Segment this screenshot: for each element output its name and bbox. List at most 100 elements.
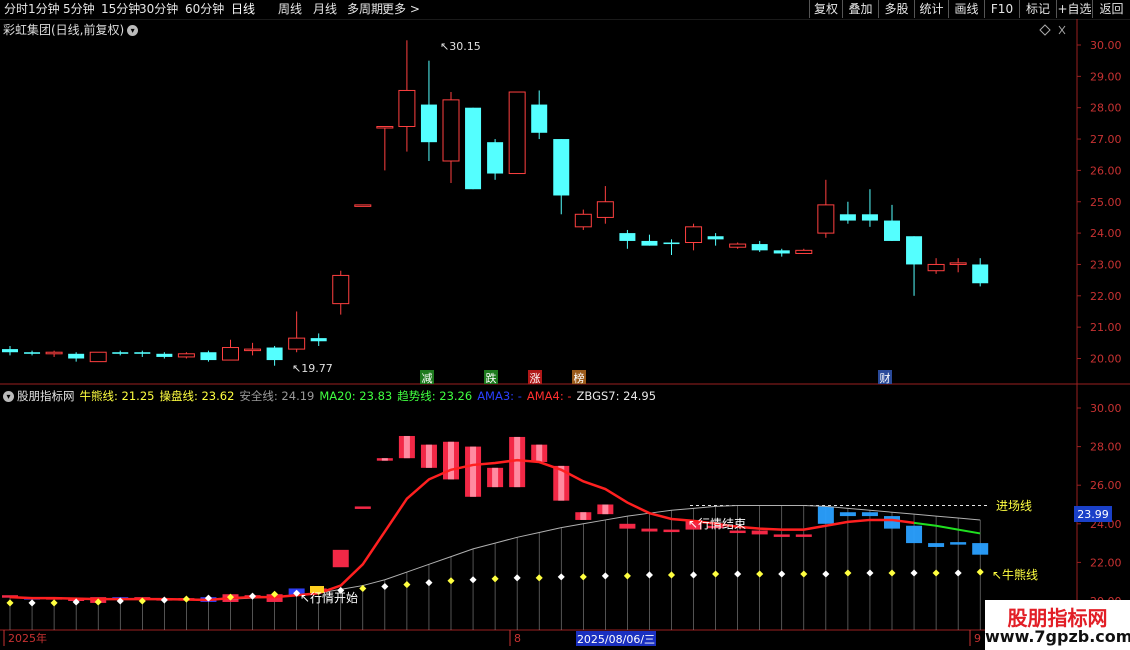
candle-body — [398, 89, 416, 128]
candle-31 — [685, 223, 703, 251]
date-month8-label: 8 — [514, 632, 521, 645]
indicator-bar-43 — [950, 542, 967, 545]
bull-bear-dot-20 — [447, 577, 455, 585]
indicator-bar-34 — [751, 530, 768, 535]
indicator-bar-highlight — [403, 435, 410, 459]
candle-body — [89, 351, 107, 363]
legend-item-0: 牛熊线: 21.25 — [79, 389, 155, 403]
bull-bear-dot-28 — [623, 572, 631, 580]
candle-body — [574, 213, 592, 228]
candle-38 — [839, 201, 856, 224]
candle-body — [376, 126, 394, 129]
upper-axis-label: 22.00 — [1090, 290, 1122, 303]
candle-body — [663, 242, 680, 245]
candle-body — [729, 243, 747, 248]
candle-26 — [574, 209, 592, 230]
candle-body — [310, 338, 327, 342]
bull-bear-dot-27 — [601, 572, 609, 580]
candle-body — [200, 352, 217, 361]
trend-line — [913, 521, 981, 535]
candle-35 — [773, 248, 790, 257]
bull-bear-dot-35 — [778, 570, 786, 578]
bull-bear-dot-18 — [403, 581, 411, 589]
indicator-menu-icon[interactable]: ▾ — [3, 391, 14, 402]
candle-body — [156, 353, 173, 357]
candle-20 — [442, 92, 460, 183]
diamond-icon — [1039, 24, 1051, 36]
bull-bear-dot-34 — [756, 570, 764, 578]
lower-axis-label: 22.00 — [1090, 556, 1122, 569]
candle-27 — [596, 186, 614, 224]
candle-body — [707, 236, 724, 240]
candle-body — [751, 244, 768, 251]
candle-7 — [156, 352, 173, 359]
candle-3 — [68, 352, 85, 362]
low-price-label: ↖19.77 — [292, 362, 333, 375]
lower-axis-label: 30.00 — [1090, 402, 1122, 415]
date-month9-label: 9 — [974, 632, 981, 645]
candle-16 — [354, 204, 372, 207]
chevron-down-icon[interactable]: ▾ — [127, 25, 139, 36]
candle-body — [222, 347, 239, 361]
candle-8 — [177, 352, 195, 359]
indicator-bar-highlight — [381, 458, 388, 461]
indicator-bar-30 — [663, 529, 680, 533]
candle-body — [244, 348, 262, 352]
indicator-bar-39 — [861, 512, 878, 517]
candle-body — [817, 204, 835, 234]
candle-body — [465, 107, 482, 190]
indicator-bar-42 — [928, 543, 945, 547]
indicator-legend: ▾ 股朋指标网 牛熊线: 21.25 操盘线: 23.62 安全线: 24.19 MA20… — [3, 388, 661, 404]
event-marker-text: 榜 — [574, 371, 585, 385]
event-marker-text: 减 — [422, 372, 433, 385]
candle-body — [795, 249, 813, 254]
candle-13 — [288, 311, 306, 353]
indicator-bar-41 — [906, 525, 923, 544]
upper-axis-label: 29.00 — [1090, 70, 1122, 83]
candle-body — [112, 352, 129, 354]
candle-body — [134, 352, 151, 354]
candle-body — [508, 91, 526, 175]
candle-17 — [376, 126, 394, 171]
bull-bear-dot-33 — [734, 570, 742, 578]
upper-axis-label: 30.00 — [1090, 39, 1122, 52]
close-icon — [1058, 25, 1066, 35]
upper-axis-label: 23.00 — [1090, 258, 1122, 271]
bull-bear-label: ↖牛熊线 — [992, 567, 1038, 582]
indicator-bar-29 — [641, 528, 658, 532]
stock-title: 彩虹集团(日线,前复权) ▾ — [3, 21, 139, 38]
candle-32 — [707, 233, 724, 246]
stock-title-text: 彩虹集团(日线,前复权) — [3, 23, 125, 37]
legend-item-6: AMA4: - — [526, 389, 572, 403]
indicator-bar-15 — [332, 549, 349, 568]
legend-item-5: AMA3: - — [477, 389, 522, 403]
candle-body — [619, 233, 636, 241]
selected-date-label: 2025/08/06/三 — [577, 633, 655, 646]
bull-bear-dot-7 — [160, 596, 168, 604]
candle-0 — [2, 345, 18, 356]
candle-body — [972, 264, 989, 284]
candle-body — [596, 201, 614, 218]
candle-4 — [89, 351, 107, 363]
candle-14 — [310, 333, 327, 346]
candle-9 — [200, 350, 217, 362]
indicator-bar-38 — [839, 512, 856, 517]
candle-25 — [553, 139, 570, 215]
bull-bear-dot-21 — [469, 576, 477, 584]
indicator-bar-highlight — [602, 504, 609, 515]
bull-bear-dot-43 — [954, 569, 962, 577]
legend-item-1: 操盘线: 23.62 — [159, 389, 235, 403]
lower-axis-label: 26.00 — [1090, 479, 1122, 492]
candle-18 — [398, 40, 416, 152]
bull-bear-dot-0 — [6, 599, 14, 607]
upper-axis-label: 20.00 — [1090, 353, 1122, 366]
candle-39 — [861, 189, 878, 227]
upper-axis-label: 21.00 — [1090, 321, 1122, 334]
candle-body — [354, 204, 372, 207]
bull-bear-dot-39 — [866, 569, 874, 577]
candle-body — [839, 214, 856, 221]
legend-item-3: MA20: 23.83 — [319, 389, 393, 403]
legend-item-2: 安全线: 24.19 — [239, 389, 315, 403]
candle-1 — [24, 350, 41, 356]
indicator-bar-highlight — [492, 467, 499, 488]
